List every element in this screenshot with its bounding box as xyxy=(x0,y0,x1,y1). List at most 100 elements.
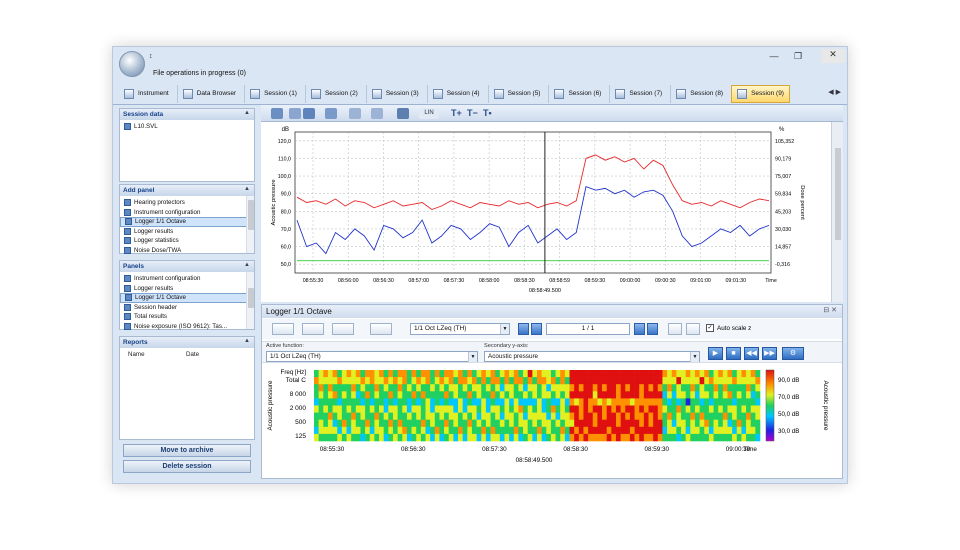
heatmap-cell xyxy=(588,412,594,420)
heatmap-cell xyxy=(690,433,696,442)
function-select[interactable]: 1/1 Oct LZeq (TH) ▼ xyxy=(410,323,510,335)
tab-session-3[interactable]: Session (3) xyxy=(365,84,424,103)
scrollbar[interactable] xyxy=(246,196,254,253)
logger-line-chart[interactable]: dB % 50,0 -0,316 60,0 14,857 70,0 30,030 80,0 45,… xyxy=(261,122,831,302)
minimize-icon[interactable]: — xyxy=(765,51,783,61)
restore-icon[interactable]: ❐ xyxy=(789,51,807,62)
collapse-icon[interactable]: ▲ xyxy=(244,262,250,268)
pan-icon[interactable] xyxy=(289,108,301,119)
quick-access-icon[interactable]: ↕ xyxy=(149,53,153,60)
heatmap-cell xyxy=(592,384,598,392)
secondary-axis-select[interactable]: Acoustic pressure ▼ xyxy=(484,351,700,362)
auto-scale-checkbox[interactable]: ✓ xyxy=(706,324,714,332)
palette-icon[interactable] xyxy=(302,323,324,335)
add-panel-item[interactable]: Hearing protectors xyxy=(120,198,254,208)
lin-scale-button[interactable]: LIN xyxy=(419,108,439,119)
tab-instrument[interactable]: Instrument xyxy=(119,85,174,103)
panels-item[interactable]: Session header xyxy=(120,303,254,313)
tab-session-1[interactable]: Session (1) xyxy=(244,84,302,103)
heatmap-cell xyxy=(504,412,510,420)
text-plus-icon[interactable]: T+ xyxy=(451,108,463,119)
heatmap-cell xyxy=(606,391,612,399)
panels-item[interactable]: Logger results xyxy=(120,284,254,294)
heatmap-cell xyxy=(629,384,635,392)
zoom-out-icon[interactable] xyxy=(371,108,383,119)
panel-controls-icon[interactable]: ⊟ ✕ xyxy=(823,306,837,314)
add-panel-item[interactable]: Logger results xyxy=(120,227,254,237)
app-menu-button[interactable] xyxy=(119,51,145,77)
cursor-icon[interactable] xyxy=(303,108,315,119)
prev-page-icon[interactable] xyxy=(531,323,542,335)
tab-session-6[interactable]: Session (6) xyxy=(548,84,606,103)
color-icon[interactable] xyxy=(332,323,354,335)
tab-session-8[interactable]: Session (8) xyxy=(670,84,728,103)
last-page-icon[interactable] xyxy=(647,323,658,335)
axis-icon[interactable] xyxy=(397,108,409,119)
vertical-scrollbar[interactable] xyxy=(831,122,843,302)
heatmap-cell xyxy=(513,412,519,420)
heatmap-cell xyxy=(369,391,375,399)
grid-view-icon[interactable] xyxy=(686,323,700,335)
delete-session-button[interactable]: Delete session xyxy=(123,460,251,473)
panels-item[interactable]: Noise exposure (ISO 9612): Tas... xyxy=(120,322,254,332)
heatmap-cell xyxy=(755,370,761,378)
move-to-archive-button[interactable]: Move to archive xyxy=(123,444,251,457)
tab-session-4[interactable]: Session (4) xyxy=(426,84,485,103)
heatmap-cell xyxy=(518,377,524,385)
add-panel-item[interactable]: Noise Dose/TWA xyxy=(120,246,254,256)
next-page-icon[interactable] xyxy=(634,323,645,335)
heatmap-cell xyxy=(337,398,343,406)
heatmap-cell xyxy=(323,377,329,385)
filter-icon[interactable] xyxy=(370,323,392,335)
collapse-icon[interactable]: ▲ xyxy=(244,338,250,344)
y-tick-label: 90,0 xyxy=(281,192,291,198)
panels-item[interactable]: Total results xyxy=(120,312,254,322)
add-panel-item[interactable]: Logger statistics xyxy=(120,236,254,246)
panels-item[interactable]: Logger 1/1 Octave xyxy=(120,293,254,303)
export-icon[interactable] xyxy=(325,108,337,119)
view-icon[interactable] xyxy=(272,323,294,335)
tab-session-7[interactable]: Session (7) xyxy=(609,84,667,103)
scrollbar[interactable] xyxy=(246,272,254,329)
rewind-button[interactable]: ◀◀ xyxy=(744,347,759,360)
heatmap-cell xyxy=(406,391,412,399)
heatmap-cell xyxy=(379,433,384,442)
tab-scroll-icon[interactable]: ◀ ▶ xyxy=(828,88,841,96)
heatmap-cell xyxy=(527,391,533,399)
tab-session-5[interactable]: Session (5) xyxy=(487,84,546,103)
stop-button[interactable]: ■ xyxy=(726,347,741,360)
heatmap-cell xyxy=(495,384,501,392)
heatmap-cell xyxy=(625,433,631,442)
heatmap-cell xyxy=(346,433,352,442)
settings-button[interactable]: ⚙ xyxy=(782,347,804,360)
octave-heatmap-chart[interactable]: Freq [Hz]Total C 8 000 2 000 500 125 Acoustic… xyxy=(262,364,840,479)
heatmap-cell xyxy=(346,391,352,399)
heatmap-cell xyxy=(578,412,584,420)
tab-data-browser[interactable]: Data Browser xyxy=(176,84,241,103)
session-file-item[interactable]: L10.SVL xyxy=(120,122,254,132)
add-panel-item[interactable]: Logger 1/1 Octave xyxy=(120,217,254,227)
column-header-name[interactable]: Name xyxy=(128,351,145,358)
text-dot-icon[interactable]: T• xyxy=(483,108,495,119)
column-header-date[interactable]: Date xyxy=(186,351,199,358)
grid-icon[interactable] xyxy=(271,108,283,119)
fast-forward-button[interactable]: ▶▶ xyxy=(762,347,777,360)
text-minus-icon[interactable]: T− xyxy=(467,108,479,119)
heatmap-cell xyxy=(439,377,445,385)
collapse-icon[interactable]: ▲ xyxy=(244,110,250,116)
play-button[interactable]: ▶ xyxy=(708,347,723,360)
add-panel-item[interactable]: Instrument configuration xyxy=(120,208,254,218)
active-function-select[interactable]: 1/1 Oct LZeq (TH) ▼ xyxy=(266,351,478,362)
heatmap-cell xyxy=(332,398,338,406)
page-field[interactable]: 1 / 1 xyxy=(546,323,630,335)
heatmap-cell xyxy=(337,433,343,442)
first-page-icon[interactable] xyxy=(518,323,529,335)
split-view-icon[interactable] xyxy=(668,323,682,335)
tab-session-9[interactable]: Session (9) xyxy=(731,84,790,103)
collapse-icon[interactable]: ▲ xyxy=(244,186,250,192)
panels-item[interactable]: Instrument configuration xyxy=(120,274,254,284)
close-icon[interactable]: ✕ xyxy=(821,49,845,63)
heatmap-cell xyxy=(741,370,747,378)
zoom-in-icon[interactable] xyxy=(349,108,361,119)
tab-session-2[interactable]: Session (2) xyxy=(304,84,363,103)
